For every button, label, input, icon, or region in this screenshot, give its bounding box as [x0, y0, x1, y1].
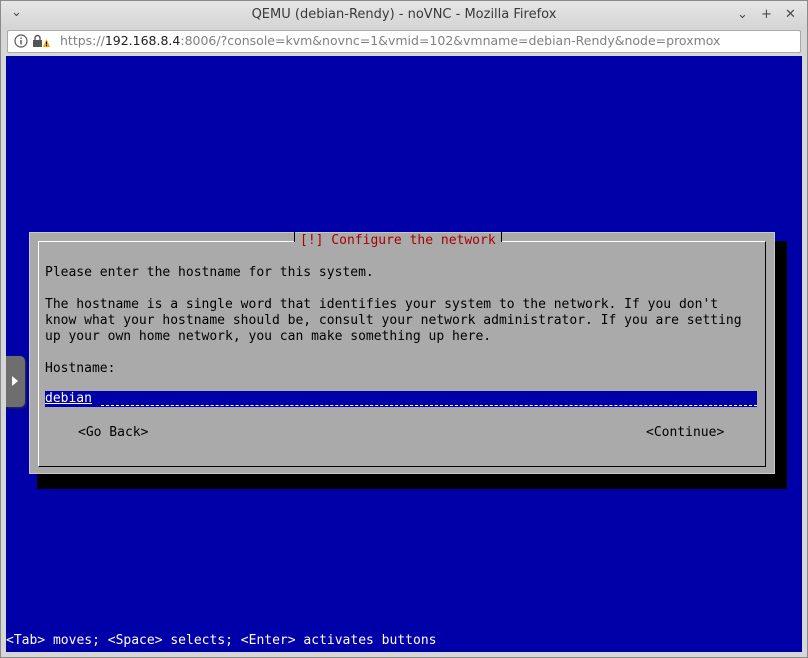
- url-rest: :8006/?console=kvm&novnc=1&vmid=102&vmna…: [180, 33, 721, 48]
- status-line: <Tab> moves; <Space> selects; <Enter> ac…: [6, 633, 437, 648]
- minimize-chevron-icon[interactable]: ⌄: [737, 7, 748, 23]
- insecure-lock-icon[interactable]: [32, 34, 50, 48]
- installer-dialog: [!] Configure the network Please enter t…: [29, 232, 775, 474]
- hostname-value: debian: [45, 391, 92, 406]
- description-line-2: know what your hostname should be, consu…: [45, 313, 742, 328]
- close-icon[interactable]: ✕: [785, 7, 796, 23]
- address-bar[interactable]: https://192.168.8.4:8006/?console=kvm&no…: [7, 30, 801, 53]
- url-host: 192.168.8.4: [104, 33, 181, 48]
- dialog-title: [!] Configure the network: [294, 232, 502, 249]
- window-title: QEMU (debian-Rendy) - noVNC - Mozilla Fi…: [251, 7, 557, 22]
- novnc-sidebar-handle[interactable]: [6, 356, 25, 407]
- url-text[interactable]: https://192.168.8.4:8006/?console=kvm&no…: [60, 33, 720, 48]
- field-underline: [101, 405, 757, 406]
- maximize-icon[interactable]: +: [761, 7, 772, 23]
- description-line-1: The hostname is a single word that ident…: [45, 297, 719, 312]
- go-back-button[interactable]: <Go Back>: [78, 425, 148, 441]
- hostname-input[interactable]: debian: [45, 391, 757, 407]
- hostname-prompt: Please enter the hostname for this syste…: [45, 265, 374, 280]
- info-icon[interactable]: [14, 34, 28, 48]
- description-line-3: up your own home network, you can make s…: [45, 329, 492, 344]
- browser-window: ⌄ QEMU (debian-Rendy) - noVNC - Mozilla …: [0, 0, 808, 658]
- hostname-label: Hostname:: [45, 361, 116, 376]
- chevron-right-icon: [12, 376, 18, 386]
- title-bar[interactable]: ⌄ QEMU (debian-Rendy) - noVNC - Mozilla …: [1, 1, 807, 29]
- vnc-console-screen[interactable]: [!] Configure the network Please enter t…: [6, 56, 802, 652]
- continue-button[interactable]: <Continue>: [646, 425, 724, 441]
- url-scheme: https://: [60, 33, 105, 48]
